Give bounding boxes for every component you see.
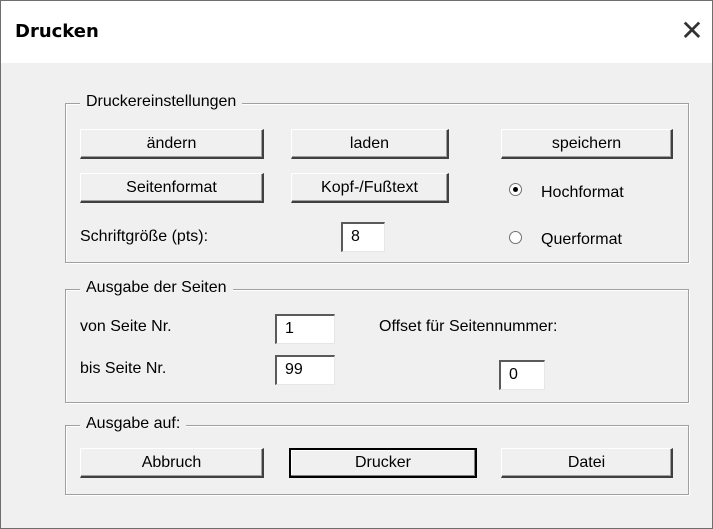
page-output-group: Ausgabe der Seiten von Seite Nr. 1 Offse… <box>65 279 689 403</box>
landscape-radio[interactable] <box>509 231 522 244</box>
cancel-button[interactable]: Abbruch <box>80 448 264 478</box>
radio-selected-dot <box>513 187 518 192</box>
page-format-button[interactable]: Seitenformat <box>80 173 264 203</box>
file-button[interactable]: Datei <box>501 448 673 478</box>
landscape-label: Querformat <box>541 231 622 248</box>
dialog-body: Druckereinstellungen ändern laden speich… <box>9 63 704 520</box>
from-page-label: von Seite Nr. <box>80 318 172 335</box>
to-page-label: bis Seite Nr. <box>80 360 167 377</box>
close-icon[interactable]: ✕ <box>677 17 707 47</box>
font-size-field[interactable]: 8 <box>341 222 385 252</box>
page-output-legend: Ausgabe der Seiten <box>80 279 233 297</box>
output-to-group: Ausgabe auf: Abbruch Drucker Datei <box>65 415 689 495</box>
print-dialog: Drucken ✕ Druckereinstellungen ändern la… <box>0 0 713 529</box>
load-button[interactable]: laden <box>291 129 449 159</box>
to-page-field[interactable]: 99 <box>275 355 335 385</box>
printer-settings-group: Druckereinstellungen ändern laden speich… <box>65 93 689 263</box>
printer-settings-legend: Druckereinstellungen <box>80 93 243 111</box>
title-bar: Drucken ✕ <box>1 1 712 63</box>
header-footer-button[interactable]: Kopf-/Fußtext <box>291 173 449 203</box>
portrait-label: Hochformat <box>541 184 624 201</box>
printer-button[interactable]: Drucker <box>289 448 477 478</box>
offset-field[interactable]: 0 <box>499 360 545 390</box>
dialog-title: Drucken <box>15 21 99 42</box>
from-page-field[interactable]: 1 <box>275 314 335 344</box>
font-size-label: Schriftgröße (pts): <box>80 228 209 245</box>
change-button[interactable]: ändern <box>80 129 264 159</box>
save-button[interactable]: speichern <box>501 129 673 159</box>
portrait-radio[interactable] <box>509 183 522 196</box>
offset-label: Offset für Seitennummer: <box>379 318 558 335</box>
output-to-legend: Ausgabe auf: <box>80 415 187 433</box>
